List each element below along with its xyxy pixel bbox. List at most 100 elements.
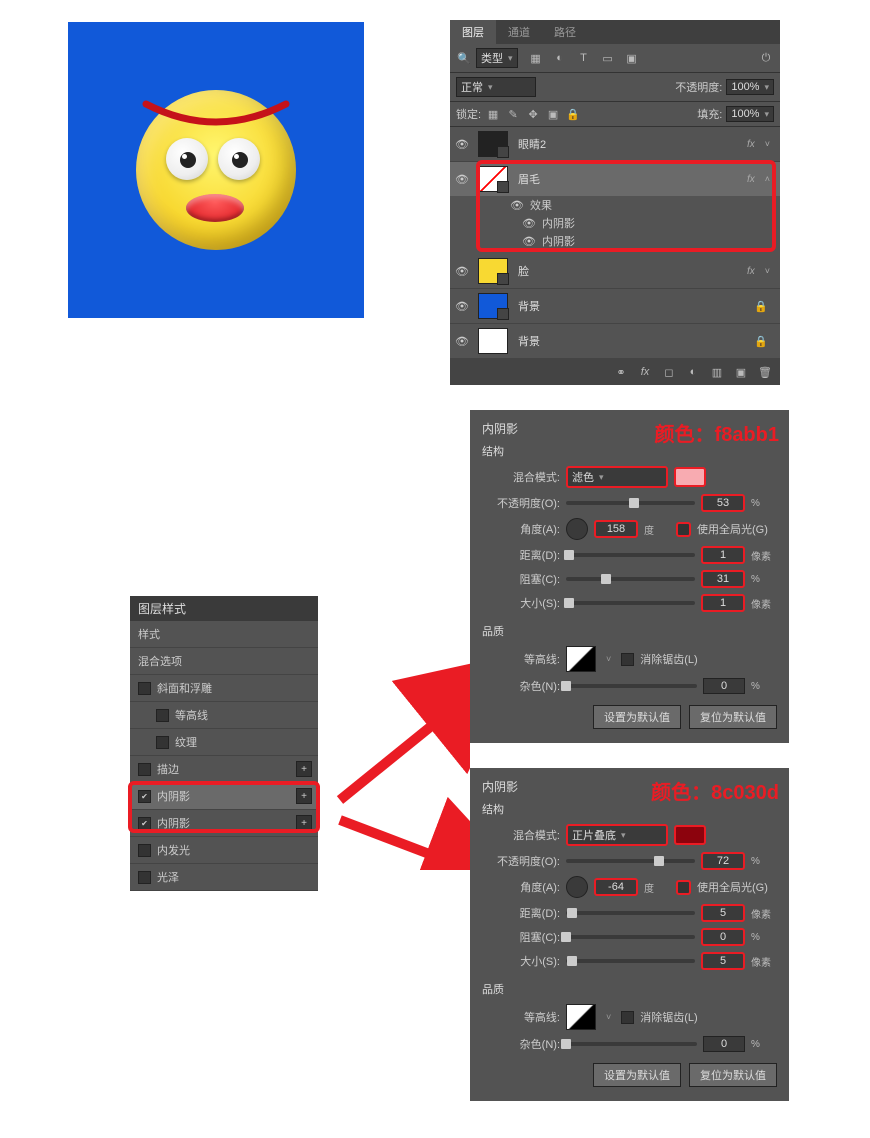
opacity-slider[interactable] [566,859,695,863]
tab-channels[interactable]: 通道 [496,20,542,44]
visibility-icon[interactable]: 👁 [450,265,474,278]
blend-mode-dropdown[interactable]: 正常 [456,77,536,97]
visibility-icon[interactable]: 👁 [450,300,474,313]
layer-thumb[interactable] [478,293,508,319]
set-default-button[interactable]: 设置为默认值 [593,705,681,729]
checkbox-checked[interactable] [138,817,151,830]
mask-icon[interactable]: ◻ [662,365,676,379]
set-default-button[interactable]: 设置为默认值 [593,1063,681,1087]
tab-layers[interactable]: 图层 [450,20,496,44]
checkbox-checked[interactable] [138,790,151,803]
contour-picker[interactable] [566,1004,596,1030]
layer-thumb[interactable] [478,131,508,157]
style-row-satin[interactable]: 光泽 [130,864,318,891]
layer-row[interactable]: 👁 背景 🔒 [450,324,780,359]
opacity-value[interactable]: 72 [701,852,745,870]
opacity-value[interactable]: 100% [726,79,774,95]
filter-adjust-icon[interactable]: ◐ [552,50,568,66]
lock-pixels-icon[interactable]: ▦ [485,106,501,122]
folder-icon[interactable]: ▥ [710,365,724,379]
add-icon[interactable]: + [296,761,312,777]
visibility-icon[interactable]: 👁 [510,199,524,212]
noise-slider[interactable] [566,1042,697,1046]
filter-kind-dropdown[interactable]: 类型 [476,48,518,68]
anti-alias-checkbox[interactable] [621,1011,634,1024]
adjustment-icon[interactable]: ◐ [686,365,700,379]
fx-indicator[interactable]: fx [747,139,761,150]
angle-dial[interactable] [566,518,588,540]
size-slider[interactable] [566,959,695,963]
visibility-icon[interactable]: 👁 [450,335,474,348]
style-row-inner-glow[interactable]: 内发光 [130,837,318,864]
style-row-blend-options[interactable]: 混合选项 [130,648,318,675]
blend-mode-select[interactable]: 滤色 [566,466,668,488]
noise-slider[interactable] [566,684,697,688]
lock-brush-icon[interactable]: ✎ [505,106,521,122]
search-icon[interactable]: 🔍 [456,50,472,66]
size-value[interactable]: 1 [701,594,745,612]
layer-thumb[interactable] [478,166,508,192]
add-icon[interactable]: + [296,815,312,831]
effect-item[interactable]: 内阴影 [542,215,575,231]
layer-row-selected[interactable]: 👁 眉毛 fx ˄ [450,162,780,196]
noise-value[interactable]: 0 [703,678,745,694]
distance-slider[interactable] [566,911,695,915]
filter-toggle[interactable]: ⏻ [758,50,774,66]
visibility-icon[interactable]: 👁 [522,217,536,230]
layer-thumb[interactable] [478,328,508,354]
layer-thumb[interactable] [478,258,508,284]
visibility-icon[interactable]: 👁 [522,235,536,248]
size-value[interactable]: 5 [701,952,745,970]
chevron-up-icon[interactable]: ˄ [765,174,776,184]
fill-value[interactable]: 100% [726,106,774,122]
visibility-icon[interactable]: 👁 [450,173,474,186]
fx-icon[interactable]: fx [638,365,652,379]
fx-indicator[interactable]: fx [747,174,761,185]
filter-pixel-icon[interactable]: ▦ [528,50,544,66]
style-row-contour[interactable]: 等高线 [130,702,318,729]
style-row-inner-shadow-1[interactable]: 内阴影+ [130,783,318,810]
size-slider[interactable] [566,601,695,605]
reset-default-button[interactable]: 复位为默认值 [689,1063,777,1087]
filter-smart-icon[interactable]: ▣ [624,50,640,66]
global-light-checkbox[interactable] [676,880,691,895]
choke-value[interactable]: 31 [701,570,745,588]
anti-alias-checkbox[interactable] [621,653,634,666]
distance-slider[interactable] [566,553,695,557]
link-icon[interactable]: ⚭ [614,365,628,379]
visibility-icon[interactable]: 👁 [450,138,474,151]
tab-paths[interactable]: 路径 [542,20,588,44]
fx-indicator[interactable]: fx [747,266,761,277]
style-row-inner-shadow-2[interactable]: 内阴影+ [130,810,318,837]
lock-position-icon[interactable]: ✥ [525,106,541,122]
choke-value[interactable]: 0 [701,928,745,946]
filter-shape-icon[interactable]: ▭ [600,50,616,66]
contour-picker[interactable] [566,646,596,672]
noise-value[interactable]: 0 [703,1036,745,1052]
reset-default-button[interactable]: 复位为默认值 [689,705,777,729]
lock-all-icon[interactable]: 🔒 [565,106,581,122]
distance-value[interactable]: 5 [701,904,745,922]
lock-artboard-icon[interactable]: ▣ [545,106,561,122]
effect-item[interactable]: 内阴影 [542,233,575,249]
style-row-stroke[interactable]: 描边+ [130,756,318,783]
new-layer-icon[interactable]: ▣ [734,365,748,379]
global-light-checkbox[interactable] [676,522,691,537]
chevron-down-icon[interactable]: ˅ [765,266,776,276]
angle-value[interactable]: 158 [594,520,638,538]
add-icon[interactable]: + [296,788,312,804]
blend-mode-select[interactable]: 正片叠底 [566,824,668,846]
layer-row[interactable]: 👁 背景 🔒 [450,289,780,324]
angle-value[interactable]: -64 [594,878,638,896]
style-row-bevel[interactable]: 斜面和浮雕 [130,675,318,702]
style-row-texture[interactable]: 纹理 [130,729,318,756]
opacity-slider[interactable] [566,501,695,505]
opacity-value[interactable]: 53 [701,494,745,512]
angle-dial[interactable] [566,876,588,898]
choke-slider[interactable] [566,577,695,581]
distance-value[interactable]: 1 [701,546,745,564]
layer-row[interactable]: 👁 眼睛2 fx ˅ [450,127,780,162]
trash-icon[interactable]: 🗑 [758,365,772,379]
color-swatch[interactable] [674,467,706,487]
chevron-down-icon[interactable]: ˅ [765,139,776,149]
